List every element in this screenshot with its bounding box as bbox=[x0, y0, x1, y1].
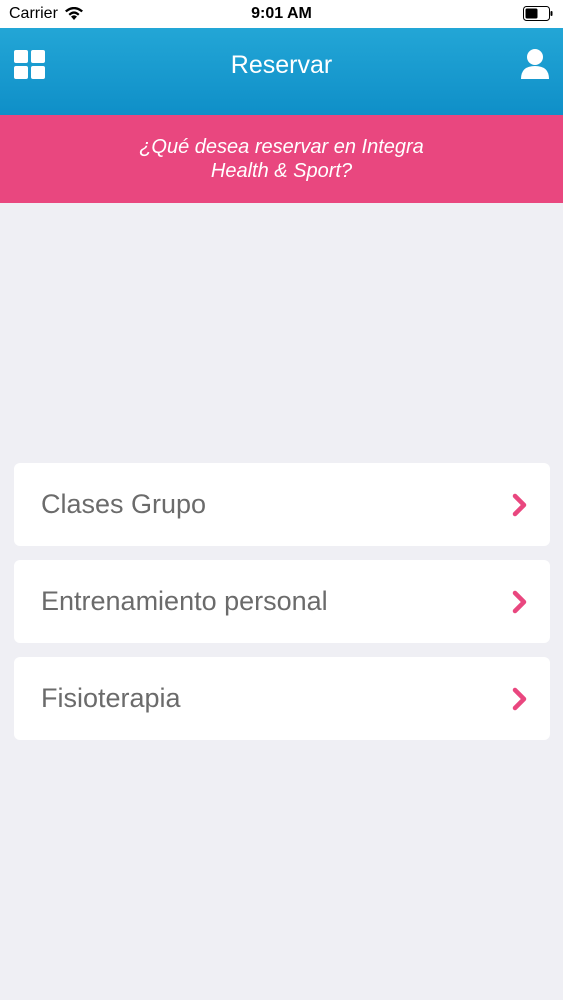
question-banner: ¿Qué desea reservar en Integra Health & … bbox=[0, 115, 563, 203]
chevron-right-icon bbox=[512, 493, 527, 517]
option-fisioterapia[interactable]: Fisioterapia bbox=[14, 657, 550, 740]
page-title: Reservar bbox=[230, 51, 333, 79]
banner-text: ¿Qué desea reservar en Integra Health & … bbox=[139, 136, 424, 182]
option-entrenamiento-personal[interactable]: Entrenamiento personal bbox=[14, 560, 550, 643]
option-label: Clases Grupo bbox=[41, 489, 207, 519]
option-clases-grupo[interactable]: Clases Grupo bbox=[14, 463, 550, 546]
option-label: Fisioterapia bbox=[41, 683, 181, 713]
chevron-right-icon bbox=[512, 590, 527, 614]
status-time: 9:01 AM bbox=[251, 5, 312, 22]
chevron-right-icon bbox=[512, 687, 527, 711]
navigation-bar: Reservar bbox=[0, 28, 563, 116]
reservation-options: Clases Grupo Entrenamiento personal Fisi… bbox=[14, 463, 550, 754]
battery-icon bbox=[523, 6, 553, 21]
user-button[interactable] bbox=[521, 48, 549, 80]
user-icon bbox=[521, 49, 549, 79]
option-label: Entrenamiento personal bbox=[41, 586, 328, 616]
status-bar: Carrier 9:01 AM bbox=[0, 0, 563, 28]
